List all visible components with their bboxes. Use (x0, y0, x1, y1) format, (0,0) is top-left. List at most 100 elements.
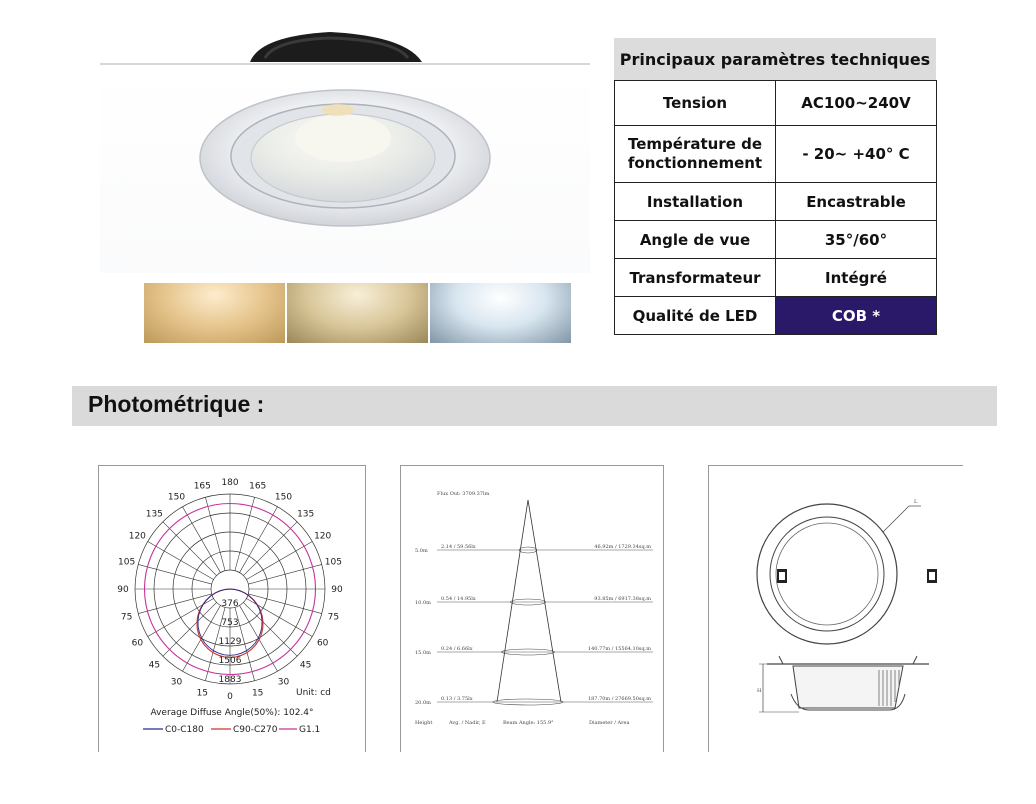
spec-row-led-quality: Qualité de LED COB * (614, 296, 937, 335)
spec-label: Transformateur (614, 258, 776, 297)
angle-label-left: 90 (117, 585, 129, 595)
polar-spoke (205, 497, 226, 571)
cone-diameter: 187.70m / 27669.50sq.m (588, 696, 651, 702)
polar-spoke (147, 541, 214, 580)
polar-spoke (243, 521, 298, 576)
average-angle-label: Average Diffuse Angle(50%): 102.4° (150, 708, 313, 718)
cone-avg: 0.54 / 14.95lx (441, 596, 476, 602)
polar-legend: C0-C180 C90-C270 G1.1 (143, 725, 320, 735)
cone-avg: 0.13 / 3.75lx (441, 696, 473, 702)
polar-diagram: 1651501351201059075604530151651501351201… (117, 478, 343, 735)
illuminance-cone: Flux Out: 3709.37lm 5.0m 2.14 / 59.56lx 46… (415, 491, 653, 726)
spec-value-highlight: COB * (775, 296, 937, 335)
dimension-h: H (757, 688, 762, 694)
cone-height: 10.0m (415, 600, 431, 606)
footer-diameter: Diameter / Area (589, 720, 629, 726)
polar-spoke (239, 506, 278, 573)
cone-height: 20.0m (415, 700, 431, 706)
angle-label-right: 60 (317, 639, 329, 649)
polar-spoke (246, 541, 313, 580)
angle-label-left: 150 (168, 492, 185, 502)
spec-row-voltage: Tension AC100~240V (614, 80, 937, 126)
spec-value: Intégré (775, 258, 937, 297)
dimension-l: L (914, 499, 918, 505)
polar-spoke (248, 564, 322, 585)
angle-label-right: 75 (328, 613, 339, 623)
footer-beam-angle: Beam Angle: 155.9° (503, 720, 554, 726)
swatch-neutral-white (287, 283, 428, 343)
spec-value: 35°/60° (775, 220, 937, 259)
side-view: H (757, 655, 929, 713)
spec-row-temperature: Température de fonctionnement - 20~ +40°… (614, 125, 937, 183)
radial-value-label: 1883 (219, 675, 242, 685)
radial-value-label: 1129 (219, 637, 242, 647)
angle-label-right: 165 (249, 482, 266, 492)
unit-label: Unit: cd (296, 688, 331, 698)
angle-label-left: 60 (132, 639, 144, 649)
radial-value-label: 1506 (219, 656, 242, 666)
technical-drawing-panel: L H (708, 465, 963, 752)
top-view: L (756, 499, 937, 645)
angle-label-bottom: 0 (227, 692, 233, 702)
cone-height: 15.0m (415, 650, 431, 656)
angle-label-left: 30 (171, 678, 183, 688)
legend-g1-1: G1.1 (299, 725, 320, 735)
spec-row-beam-angle: Angle de vue 35°/60° (614, 220, 937, 259)
technical-drawing: L H (756, 499, 937, 713)
radial-value-label: 376 (221, 599, 238, 609)
spec-label: Tension (614, 80, 776, 126)
angle-label-left: 165 (194, 482, 211, 492)
spec-label: Température de fonctionnement (614, 125, 776, 183)
polar-diagram-panel: 165 150 135 120 105 90 75 60 45 30 15 165 150 135 120 1… (98, 465, 366, 752)
spec-label: Qualité de LED (614, 296, 776, 335)
angle-label-right: 15 (252, 688, 263, 698)
cone-footer: Height Avg. / Nadir, E Beam Angle: 155.9… (415, 720, 629, 726)
angle-label-right: 120 (314, 532, 331, 542)
footer-avg: Avg. / Nadir, E (448, 720, 486, 726)
spec-value: - 20~ +40° C (775, 125, 937, 183)
swatch-warm-white (144, 283, 285, 343)
cone-diameter: 93.85m / 6917.38sq.m (594, 596, 651, 602)
polar-spoke (138, 564, 212, 585)
cone-height: 5.0m (415, 548, 428, 554)
spec-row-transformer: Transformateur Intégré (614, 258, 937, 297)
cone-diameter: 46.92m / 1729.34sq.m (594, 544, 651, 550)
polar-spoke (182, 506, 221, 573)
illuminance-cone-panel: Flux Out: 3709.37lm 5.0m 2.14 / 59.56lx 46… (400, 465, 664, 752)
angle-label-left: 120 (129, 532, 146, 542)
spec-label: Angle de vue (614, 220, 776, 259)
spec-row-installation: Installation Encastrable (614, 182, 937, 221)
cone-avg: 2.14 / 59.56lx (441, 544, 476, 550)
legend-c90-c270: C90-C270 (233, 725, 278, 735)
angle-label-right: 90 (331, 585, 343, 595)
angle-label-top: 180 (221, 478, 238, 488)
footer-height: Height (415, 720, 432, 726)
spec-value: AC100~240V (775, 80, 937, 126)
cone-avg: 0.24 / 6.66lx (441, 646, 473, 652)
spec-label: Installation (614, 182, 776, 221)
polar-spoke (243, 602, 298, 657)
angle-label-left: 135 (146, 509, 163, 519)
polar-spoke (162, 521, 217, 576)
swatch-cool-white (430, 283, 571, 343)
angle-label-right: 135 (297, 509, 314, 519)
angle-label-right: 105 (325, 557, 342, 567)
angle-label-right: 45 (300, 661, 311, 671)
spec-table: Tension AC100~240V Température de foncti… (614, 80, 937, 335)
section-title: Photométrique : (88, 391, 265, 417)
cone-rows: 5.0m 2.14 / 59.56lx 46.92m / 1729.34sq.m 10… (415, 544, 653, 706)
product-photo (100, 18, 590, 273)
legend-c0-c180: C0-C180 (165, 725, 204, 735)
angle-label-left: 105 (118, 557, 135, 567)
polar-spoke (162, 602, 217, 657)
angle-label-left: 75 (121, 613, 132, 623)
spec-value: Encastrable (775, 182, 937, 221)
angle-label-left: 15 (197, 688, 208, 698)
cone-diameter: 140.77m / 15564.10sq.m (588, 646, 651, 652)
angle-label-left: 45 (149, 661, 160, 671)
flux-out-label: Flux Out: 3709.37lm (437, 491, 490, 497)
polar-spoke (234, 497, 255, 571)
angle-label-right: 30 (278, 678, 290, 688)
radial-value-label: 753 (221, 618, 238, 628)
angle-label-right: 150 (275, 492, 292, 502)
